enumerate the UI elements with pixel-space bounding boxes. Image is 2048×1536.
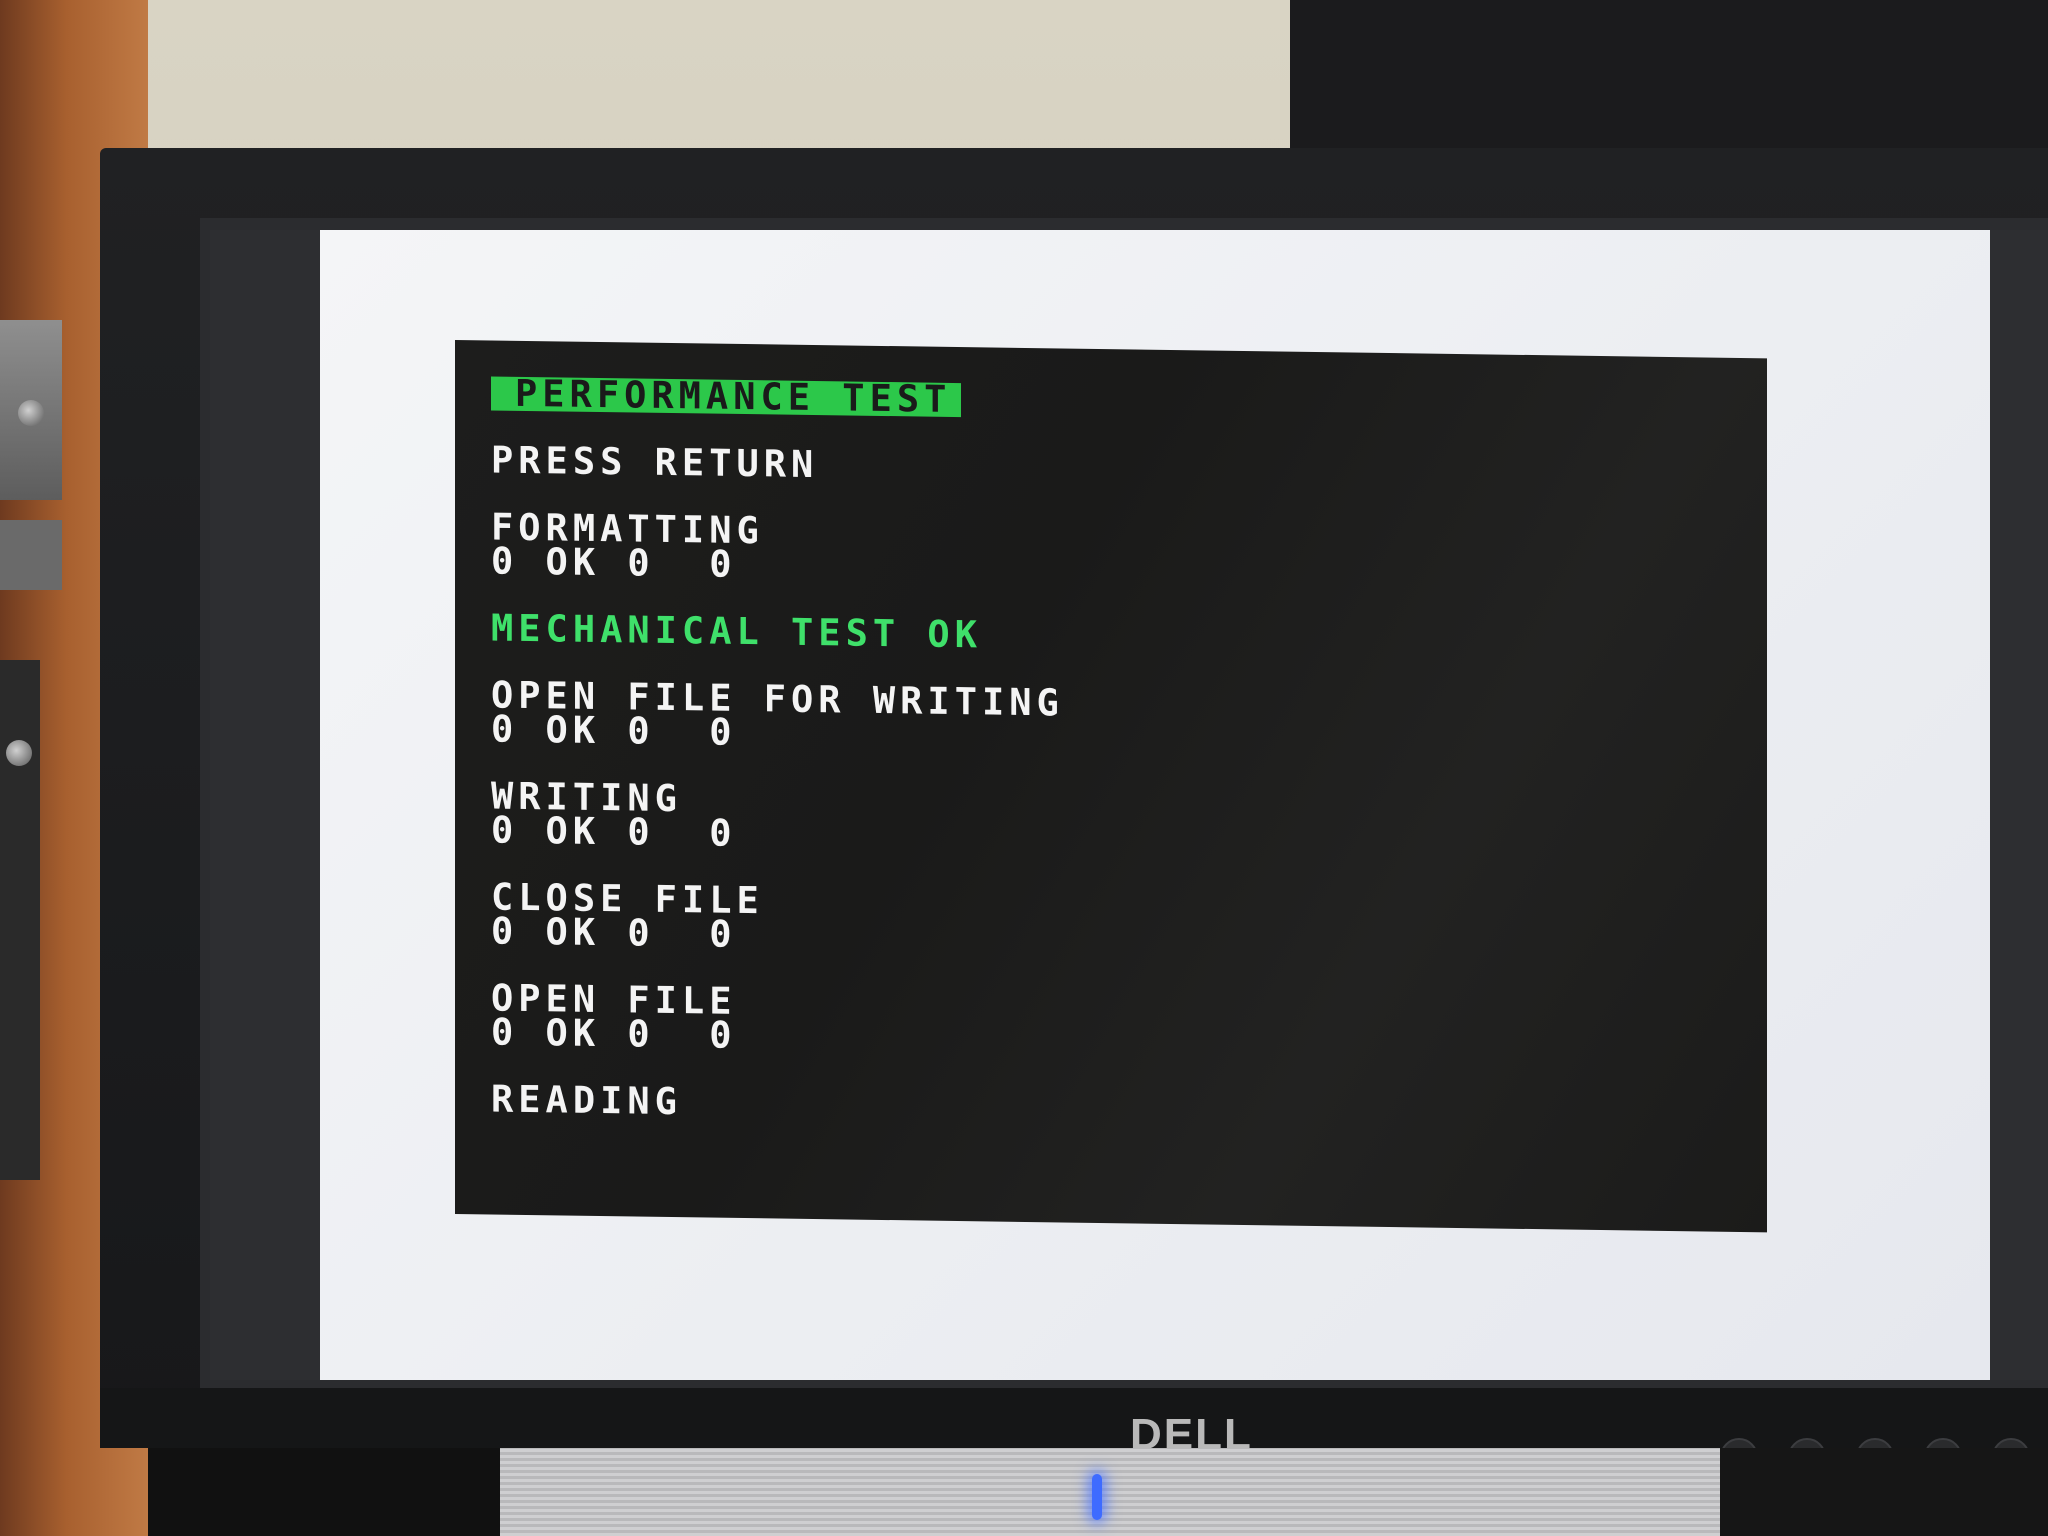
dark-bracket [0,660,40,1180]
step-mechanical-test: MECHANICAL TEST OK [491,606,1731,663]
desk-shadow [148,1448,500,1536]
desk-dark-right [1720,1448,2048,1536]
monitor-chin [100,1388,2048,1448]
monitor-stand [500,1448,1720,1536]
metal-bracket [0,320,62,500]
bolt-icon [18,400,44,426]
step-close-file: CLOSE FILE 0 OK 0 0 [491,876,1731,966]
terminal-output: PERFORMANCE TEST PRESS RETURN FORMATTING… [491,372,1731,1167]
step-label: READING [491,1077,682,1124]
power-led-icon[interactable] [1092,1474,1102,1520]
step-label: MECHANICAL TEST OK [491,606,982,657]
prompt-text: PRESS RETURN [491,438,819,487]
step-formatting: FORMATTING 0 OK 0 0 [491,506,1731,596]
bolt-icon [6,740,32,766]
background-dark-panel [1290,0,2048,150]
title-block: PERFORMANCE TEST [491,372,1731,428]
step-open-file: OPEN FILE 0 OK 0 0 [491,977,1731,1067]
step-reading: READING [491,1077,1731,1134]
screen-border-right [1990,230,2048,1380]
step-open-for-writing: OPEN FILE FOR WRITING 0 OK 0 0 [491,674,1731,764]
screen-border-left [210,230,320,1380]
page-title: PERFORMANCE TEST [491,372,962,421]
step-writing: WRITING 0 OK 0 0 [491,775,1731,865]
metal-bracket [0,520,62,590]
emulator-display: PERFORMANCE TEST PRESS RETURN FORMATTING… [455,340,1767,1233]
prompt-block: PRESS RETURN [491,438,1731,495]
